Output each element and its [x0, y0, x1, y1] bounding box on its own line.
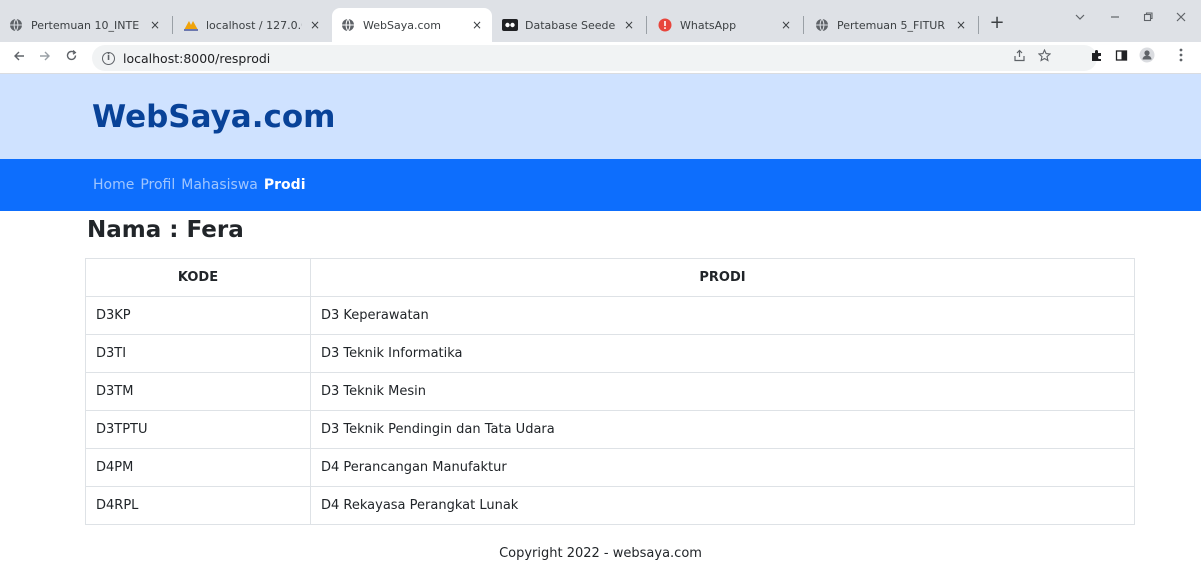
globe-icon	[814, 17, 830, 33]
cell-kode: D4PM	[85, 448, 311, 487]
cell-prodi: D3 Teknik Informatika	[310, 334, 1135, 373]
menu-kebab-icon[interactable]	[1170, 47, 1192, 69]
close-window-icon[interactable]	[1161, 6, 1201, 32]
close-tab-icon[interactable]: ×	[622, 18, 636, 32]
table-row: D4RPL D4 Rekayasa Perangkat Lunak	[85, 486, 1135, 525]
globe-icon	[8, 17, 24, 33]
browser-tab-title: Pertemuan 5_FITUR	[837, 18, 945, 32]
site-header: WebSaya.com	[0, 74, 1201, 159]
browser-tab[interactable]: WhatsApp ×	[649, 8, 801, 42]
phpmyadmin-icon	[183, 17, 199, 33]
browser-toolbar: i localhost:8000/resprodi	[0, 42, 1201, 74]
laravel-icon	[502, 17, 518, 33]
cell-kode: D3KP	[85, 296, 311, 335]
main-navbar: Home Profil Mahasiswa Prodi	[0, 159, 1201, 211]
back-icon[interactable]	[8, 47, 30, 69]
browser-tab-title: localhost / 127.0.0.	[206, 18, 302, 32]
cell-kode: D3TPTU	[85, 410, 311, 449]
cell-prodi: D3 Teknik Pendingin dan Tata Udara	[310, 410, 1135, 449]
tab-search-icon[interactable]	[1060, 6, 1100, 32]
nav-link-mahasiswa[interactable]: Mahasiswa	[181, 177, 258, 193]
table-row: D3KP D3 Keperawatan	[85, 296, 1135, 335]
reload-icon[interactable]	[60, 47, 82, 69]
cell-kode: D4RPL	[85, 486, 311, 525]
browser-tab[interactable]: Pertemuan 5_FITUR ×	[806, 8, 976, 42]
forward-icon[interactable]	[34, 47, 56, 69]
globe-icon	[340, 17, 356, 33]
cell-kode: D3TI	[85, 334, 311, 373]
cell-prodi: D4 Rekayasa Perangkat Lunak	[310, 486, 1135, 525]
nav-link-home[interactable]: Home	[93, 177, 134, 193]
close-tab-icon[interactable]: ×	[148, 18, 162, 32]
close-tab-icon[interactable]: ×	[308, 18, 322, 32]
tab-separator	[803, 16, 804, 34]
cell-prodi: D3 Teknik Mesin	[310, 372, 1135, 411]
browser-tab[interactable]: Pertemuan 10_INTE ×	[0, 8, 170, 42]
profile-avatar-icon[interactable]	[1136, 47, 1158, 69]
site-brand: WebSaya.com	[92, 99, 336, 135]
share-icon[interactable]	[1008, 47, 1030, 69]
column-header-kode: KODE	[85, 258, 311, 297]
tab-separator	[172, 16, 173, 34]
close-tab-icon[interactable]: ×	[954, 18, 968, 32]
tab-separator	[978, 16, 979, 34]
address-bar[interactable]: i localhost:8000/resprodi	[92, 45, 1097, 71]
table-row: D3TM D3 Teknik Mesin	[85, 372, 1135, 411]
cell-kode: D3TM	[85, 372, 311, 411]
table-header-row: KODE PRODI	[85, 258, 1135, 297]
cell-prodi: D3 Keperawatan	[310, 296, 1135, 335]
browser-tab[interactable]: Database Seeder di ×	[494, 8, 644, 42]
browser-tab-title: WhatsApp	[680, 18, 737, 32]
nav-link-prodi[interactable]: Prodi	[264, 177, 306, 193]
table-row: D3TI D3 Teknik Informatika	[85, 334, 1135, 373]
side-panel-icon[interactable]	[1110, 47, 1132, 69]
close-tab-icon[interactable]: ×	[470, 18, 484, 32]
tab-separator	[646, 16, 647, 34]
browser-tab-active[interactable]: WebSaya.com ×	[332, 8, 492, 42]
bookmark-star-icon[interactable]	[1033, 47, 1055, 69]
cell-prodi: D4 Perancangan Manufaktur	[310, 448, 1135, 487]
prodi-table: KODE PRODI D3KP D3 Keperawatan D3TI D3 T…	[85, 258, 1135, 525]
browser-tab-strip: Pertemuan 10_INTE × localhost / 127.0.0.…	[0, 0, 1201, 42]
extensions-icon[interactable]	[1085, 47, 1107, 69]
table-row: D4PM D4 Perancangan Manufaktur	[85, 448, 1135, 487]
close-tab-icon[interactable]: ×	[779, 18, 793, 32]
browser-tab-title: Database Seeder di	[525, 18, 616, 32]
page-heading: Nama : Fera	[87, 217, 244, 243]
column-header-prodi: PRODI	[310, 258, 1135, 297]
address-text: localhost:8000/resprodi	[123, 50, 271, 66]
whatsapp-icon	[657, 17, 673, 33]
nav-link-profil[interactable]: Profil	[140, 177, 175, 193]
browser-tab[interactable]: localhost / 127.0.0. ×	[175, 8, 330, 42]
site-info-icon[interactable]: i	[102, 51, 115, 65]
browser-tab-title: WebSaya.com	[363, 18, 441, 32]
table-row: D3TPTU D3 Teknik Pendingin dan Tata Udar…	[85, 410, 1135, 449]
browser-tab-title: Pertemuan 10_INTE	[31, 18, 140, 32]
new-tab-button[interactable]: +	[986, 12, 1008, 34]
page-footer: Copyright 2022 - websaya.com	[499, 546, 702, 561]
